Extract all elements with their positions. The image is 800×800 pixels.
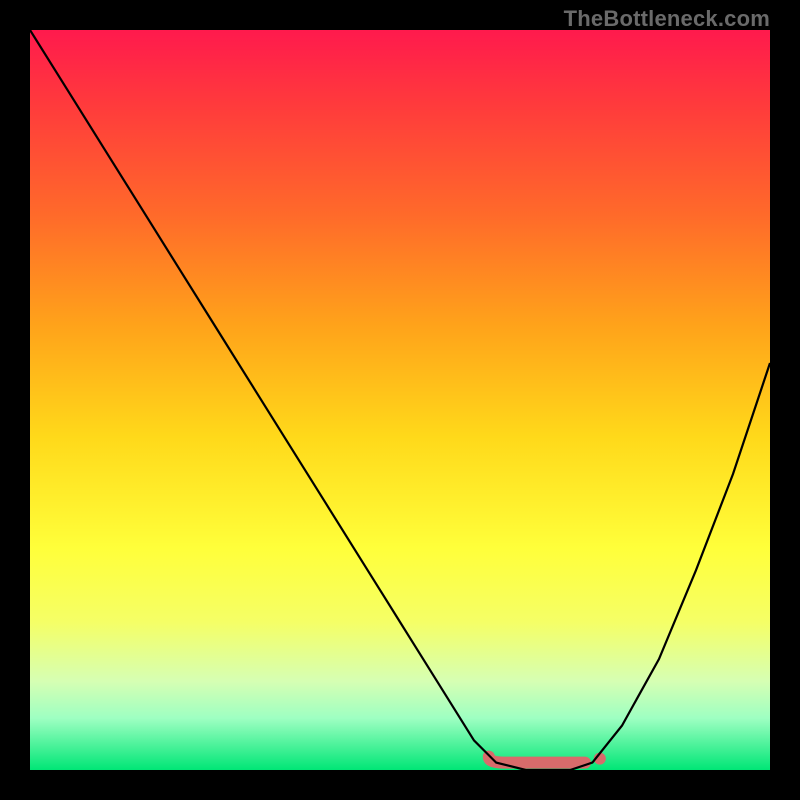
gradient-plot-area xyxy=(30,30,770,770)
watermark-text: TheBottleneck.com xyxy=(564,6,770,32)
chart-frame: TheBottleneck.com xyxy=(0,0,800,800)
